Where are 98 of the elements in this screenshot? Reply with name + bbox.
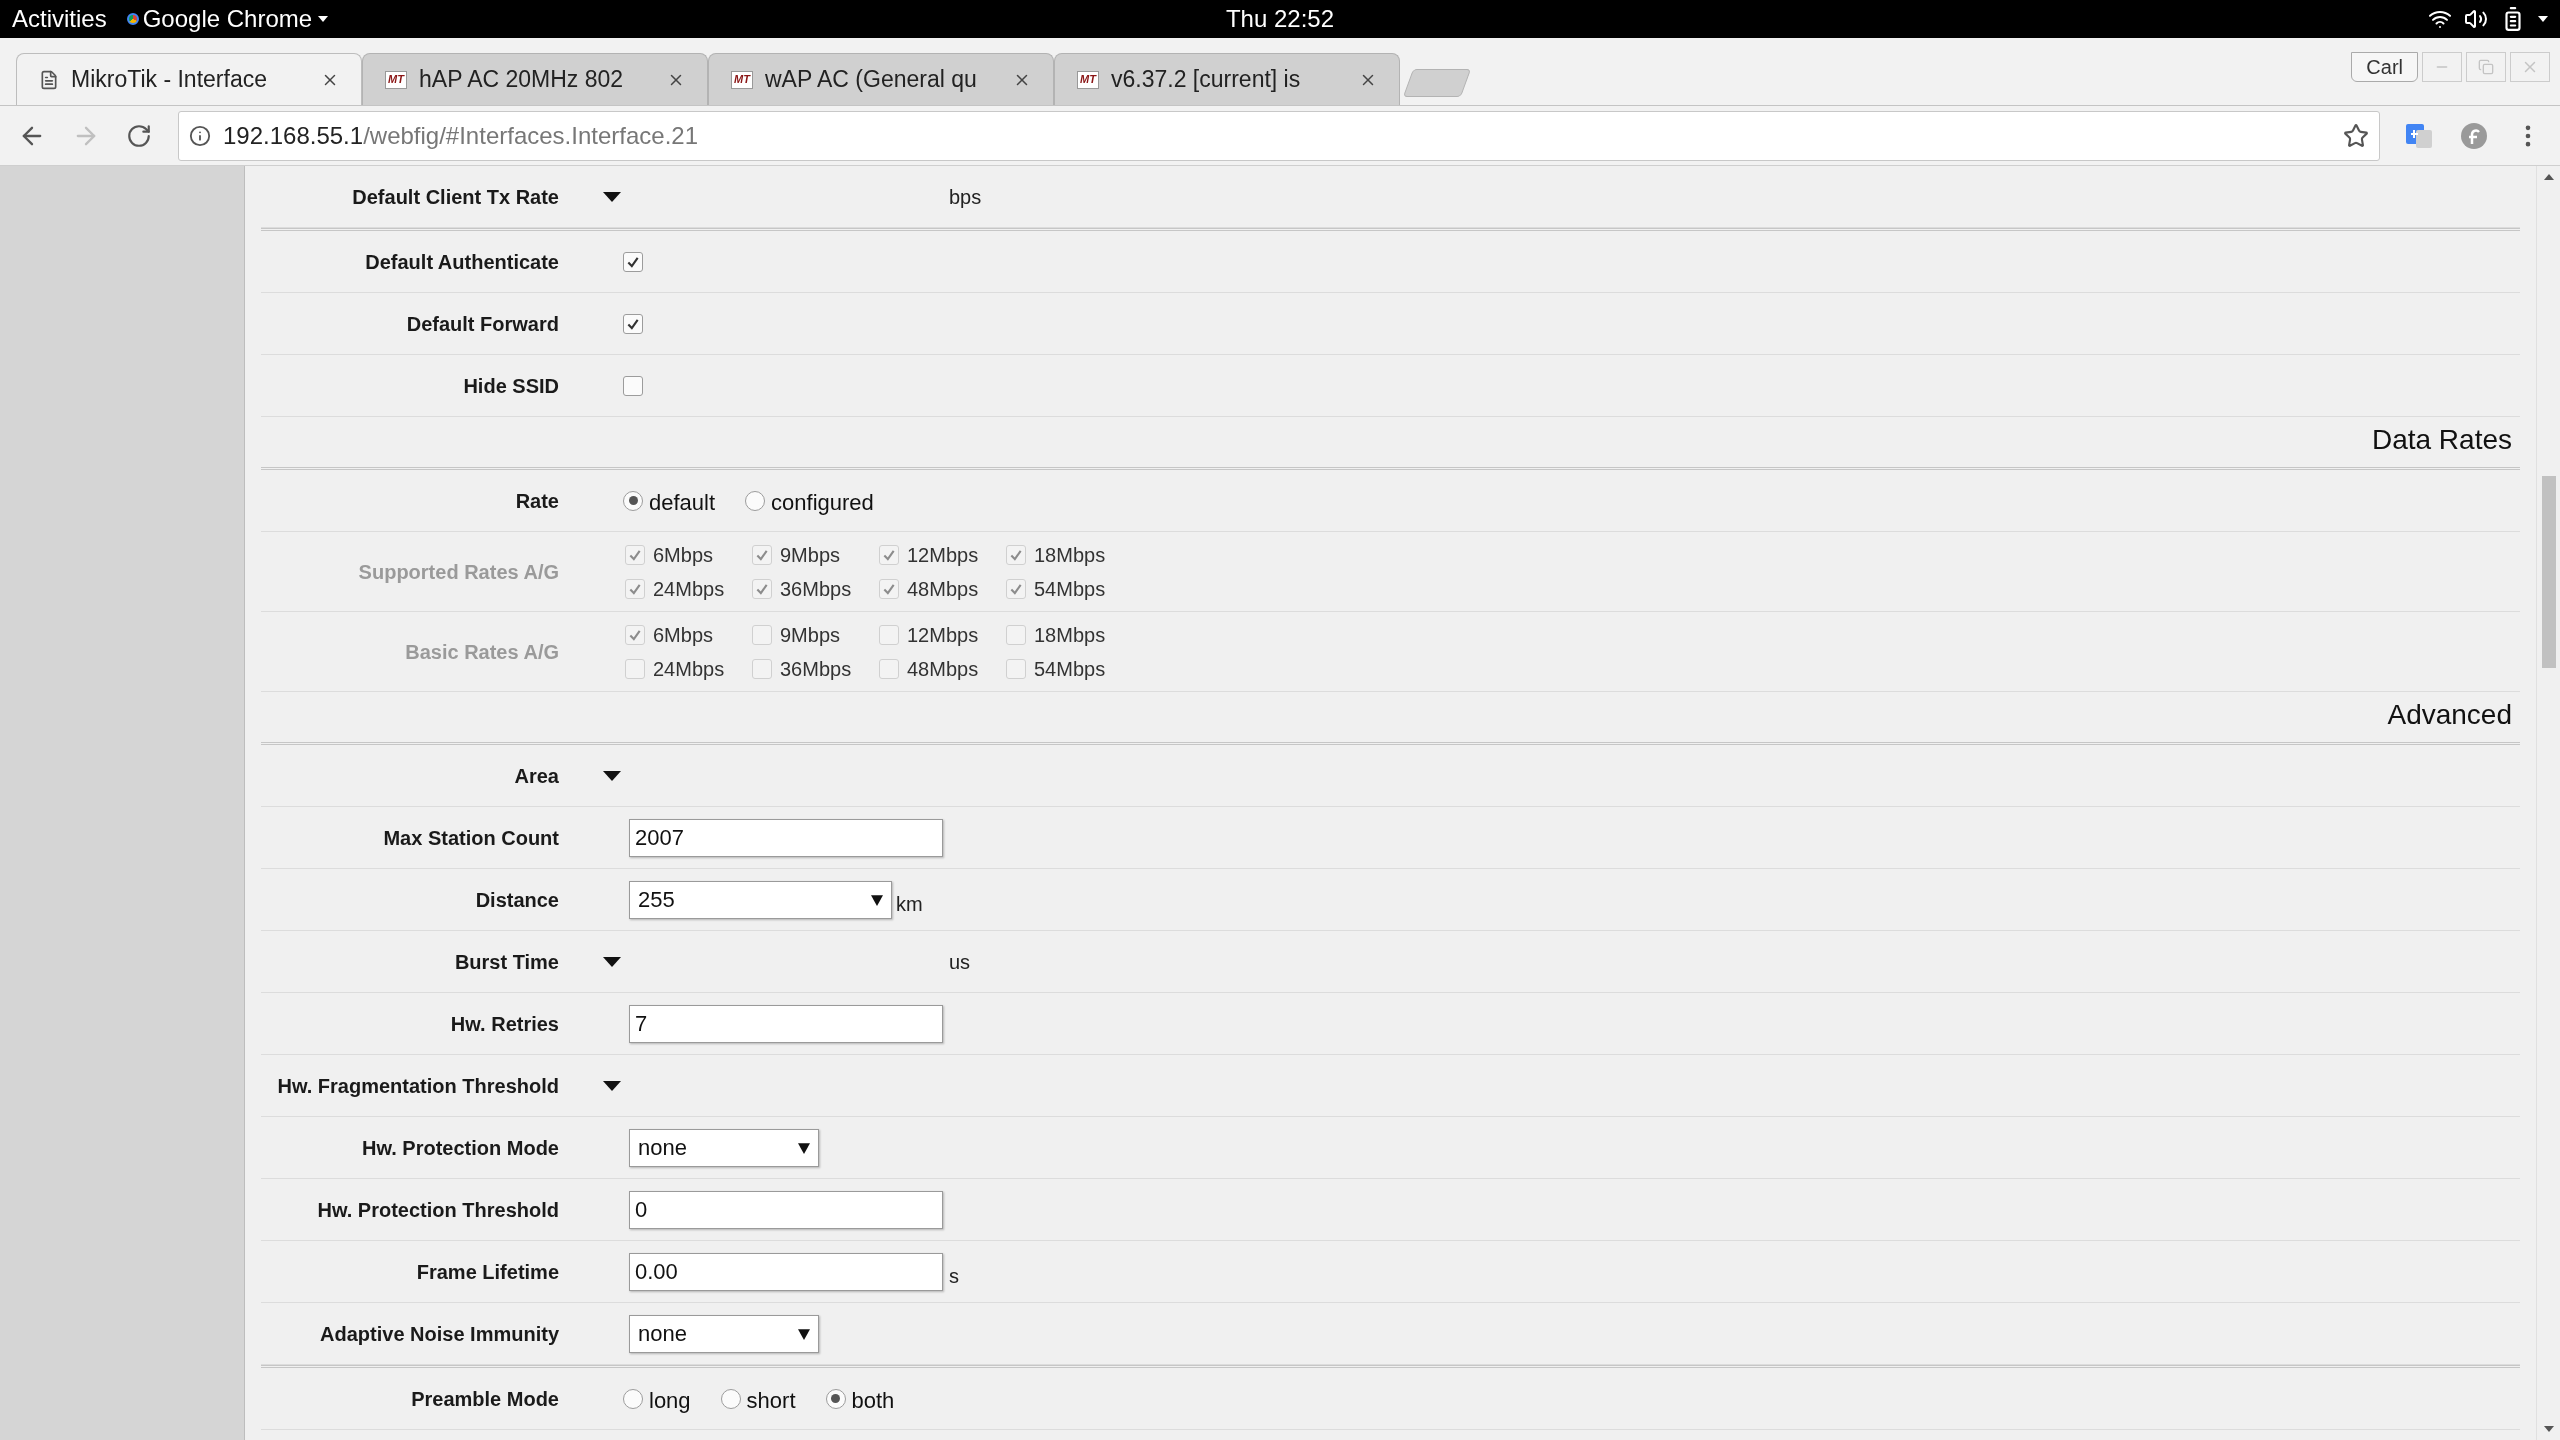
favicon: MT [731, 70, 753, 89]
field-label: Hide SSID [462, 373, 559, 399]
radio-button[interactable] [825, 1388, 846, 1409]
option-label: 54Mbps [1034, 576, 1106, 602]
option-label: 48Mbps [907, 576, 979, 602]
browser-tab[interactable]: MT wAP AC (General qu [708, 53, 1054, 105]
scrollbar-thumb[interactable] [2541, 476, 2556, 668]
caret-icon [318, 16, 329, 22]
field-label: Max Station Count [382, 825, 559, 851]
caret-icon[interactable] [2538, 16, 2548, 22]
chrome-icon [126, 13, 139, 25]
field-label: Area [513, 763, 559, 789]
app-menu[interactable]: Google Chrome [142, 1, 329, 37]
checkbox[interactable] [623, 375, 643, 396]
option-label: 24Mbps [653, 576, 725, 602]
extension-icon[interactable] [2460, 121, 2488, 150]
tab-title: wAP AC (General qu [765, 65, 978, 95]
unit-label: km [896, 891, 923, 917]
radio-label: long [649, 1387, 691, 1415]
tab-title: v6.37.2 [current] is [1111, 65, 1302, 95]
field-label: Default Forward [405, 311, 559, 337]
tab-title: MikroTik - Interface [71, 65, 268, 95]
option-label: 12Mbps [907, 542, 979, 568]
unit-label: us [949, 949, 971, 975]
field-label: Hw. Retries [449, 1011, 559, 1037]
field-label: Basic Rates A/G [404, 639, 559, 665]
option-label: 6Mbps [653, 542, 714, 568]
section-title: Advanced [2387, 698, 2512, 732]
browser-tab[interactable]: MikroTik - Interface [16, 53, 362, 105]
option-label: 9Mbps [780, 542, 841, 568]
select-field[interactable]: none [629, 1128, 819, 1167]
field-label: Default Authenticate [364, 249, 559, 275]
browser-tab[interactable]: MT hAP AC 20MHz 802 [362, 53, 708, 105]
radio-label: both [851, 1387, 895, 1415]
scroll-up-arrow-icon[interactable] [2543, 174, 2554, 180]
section-title: Data Rates [2371, 423, 2512, 457]
select-field[interactable]: none [629, 1314, 819, 1353]
radio-label: default [649, 489, 716, 517]
radio-button[interactable] [623, 1388, 643, 1409]
option-label: 6Mbps [653, 622, 714, 648]
field-label: Adaptive Noise Immunity [319, 1321, 559, 1347]
text-field[interactable]: 2007 [629, 818, 943, 857]
field-label: Hw. Protection Mode [360, 1135, 559, 1161]
field-label: Default Client Tx Rate [351, 184, 559, 210]
option-label: 24Mbps [653, 656, 725, 682]
option-label: 12Mbps [907, 622, 979, 648]
dropdown-triangle-icon[interactable] [603, 770, 621, 781]
option-label: 54Mbps [1034, 656, 1106, 682]
field-label: Distance [474, 887, 559, 913]
dropdown-triangle-icon[interactable] [603, 1080, 621, 1091]
field-label: Burst Time [453, 949, 559, 975]
text-field[interactable]: 0.00 [629, 1252, 943, 1291]
field-label: Hw. Fragmentation Threshold [276, 1073, 559, 1099]
page-icon [39, 69, 59, 90]
activities-button[interactable]: Activities [12, 1, 107, 37]
volume-icon[interactable] [2464, 7, 2488, 31]
checkbox[interactable] [623, 251, 643, 272]
unit-label: bps [949, 184, 982, 210]
address-bar[interactable]: 192.168.55.1/webfig/#Interfaces.Interface.21 [178, 110, 2380, 161]
text-field[interactable]: 0 [629, 1190, 943, 1229]
field-label: Preamble Mode [410, 1386, 559, 1412]
option-label: 9Mbps [780, 622, 841, 648]
caret-icon [871, 893, 883, 906]
field-label: Supported Rates A/G [357, 559, 559, 585]
caret-icon [798, 1327, 810, 1340]
caret-icon [798, 1141, 810, 1154]
radio-button[interactable] [745, 490, 766, 511]
dropdown-triangle-icon[interactable] [603, 956, 621, 967]
clock[interactable]: Thu 22:52 [1225, 1, 1335, 37]
unit-label: s [949, 1263, 959, 1289]
field-label: Hw. Protection Threshold [316, 1197, 559, 1223]
radio-label: short [746, 1387, 796, 1415]
field-label: Rate [514, 488, 559, 514]
option-label: 48Mbps [907, 656, 979, 682]
select-field[interactable]: 255 [629, 880, 892, 919]
option-label: 36Mbps [780, 576, 852, 602]
radio-label: configured [771, 489, 874, 517]
radio-button[interactable] [720, 1388, 741, 1409]
info-icon [189, 124, 211, 147]
checkbox[interactable] [623, 313, 643, 334]
browser-tab[interactable]: MT v6.37.2 [current] is [1054, 53, 1400, 105]
bookmark-star-icon[interactable] [2343, 122, 2369, 149]
favicon: MT [385, 70, 407, 89]
scroll-down-arrow-icon[interactable] [2543, 1426, 2554, 1432]
text-field[interactable]: 7 [629, 1004, 943, 1043]
option-label: 36Mbps [780, 656, 852, 682]
tab-title: hAP AC 20MHz 802 [419, 65, 625, 95]
restore-icon[interactable] [2466, 52, 2506, 82]
option-label: 18Mbps [1034, 542, 1106, 568]
option-label: 18Mbps [1034, 622, 1106, 648]
dropdown-triangle-icon[interactable] [603, 191, 621, 202]
translate-icon[interactable] [2406, 121, 2434, 150]
url-text: 192.168.55.1/webfig/#Interfaces.Interface.21 [223, 120, 698, 151]
profile-button[interactable]: Carl [2351, 52, 2418, 82]
reload-icon[interactable] [126, 122, 152, 149]
favicon: MT [1077, 70, 1099, 89]
field-label: Frame Lifetime [415, 1259, 559, 1285]
radio-button[interactable] [623, 490, 643, 511]
